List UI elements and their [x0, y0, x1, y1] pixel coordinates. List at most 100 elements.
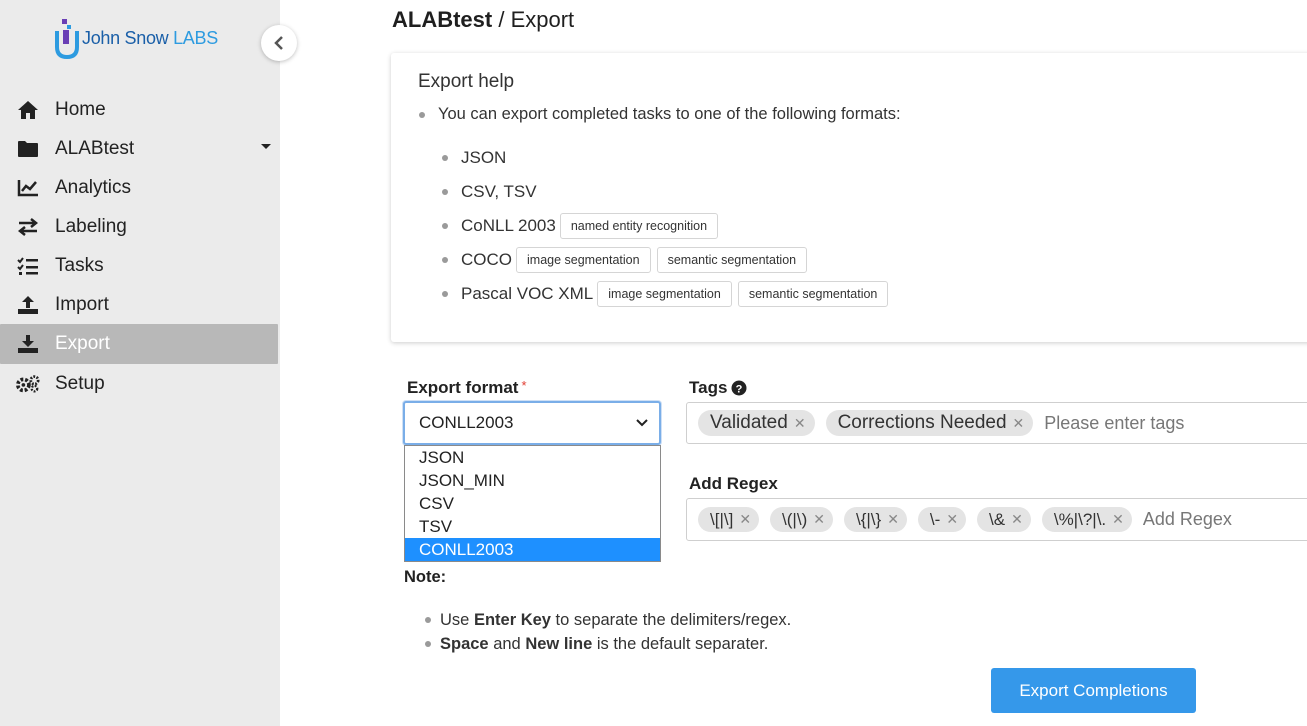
- gears-icon: [16, 373, 40, 395]
- format-tag: named entity recognition: [559, 213, 719, 239]
- export-format-value: CONLL2003: [419, 413, 514, 432]
- format-item: COCO image segmentation semantic segment…: [442, 243, 888, 277]
- format-list: JSON CSV, TSV CoNLL 2003 named entity re…: [442, 141, 889, 311]
- bullet-icon: [442, 257, 448, 263]
- dropdown-option[interactable]: CSV: [405, 492, 660, 515]
- sidebar-item-tasks[interactable]: Tasks: [0, 246, 280, 285]
- remove-regex-icon[interactable]: ✕: [813, 511, 825, 528]
- remove-tag-icon[interactable]: ✕: [1013, 415, 1025, 432]
- collapse-sidebar-button[interactable]: [261, 25, 297, 61]
- analytics-icon: [16, 177, 40, 199]
- page-title: ALABtest / Export: [392, 7, 574, 33]
- remove-regex-icon[interactable]: ✕: [887, 511, 899, 528]
- breadcrumb-project[interactable]: ALABtest: [392, 7, 492, 32]
- sidebar: John Snow LABS Home ALABtest Analytics L…: [0, 0, 280, 726]
- dropdown-option-selected[interactable]: CONLL2003: [405, 538, 660, 561]
- sidebar-item-label: Export: [55, 333, 110, 354]
- regex-input[interactable]: \[|\] ✕ \(|\) ✕ \{|\} ✕ \- ✕ \& ✕ \%|\?|\. ✕ A…: [686, 498, 1307, 541]
- bullet-icon: [419, 111, 425, 118]
- sidebar-item-label: ALABtest: [55, 137, 135, 159]
- remove-regex-icon[interactable]: ✕: [739, 511, 751, 528]
- remove-regex-icon[interactable]: ✕: [946, 511, 958, 528]
- format-name: COCO: [461, 250, 512, 269]
- sidebar-item-setup[interactable]: Setup: [0, 364, 280, 403]
- required-marker: *: [521, 378, 527, 393]
- regex-pill: \- ✕: [917, 507, 967, 532]
- sidebar-item-labeling[interactable]: Labeling: [0, 207, 280, 246]
- format-item: Pascal VOC XML image segmentation semant…: [442, 277, 889, 311]
- caret-down-icon[interactable]: [261, 144, 271, 149]
- chevron-left-icon: [274, 36, 283, 50]
- john-snow-labs-logo[interactable]: John Snow LABS: [54, 17, 218, 60]
- logo-mark-icon: [54, 17, 80, 60]
- bullet-icon: [425, 641, 431, 647]
- dropdown-option[interactable]: JSON: [405, 446, 660, 469]
- format-item: CSV, TSV: [442, 175, 888, 209]
- sidebar-item-label: Tasks: [55, 254, 104, 276]
- sidebar-item-home[interactable]: Home: [0, 90, 280, 129]
- regex-pill: \[|\] ✕: [698, 507, 760, 532]
- dropdown-option[interactable]: TSV: [405, 515, 660, 538]
- home-icon: [16, 99, 40, 121]
- sidebar-item-analytics[interactable]: Analytics: [0, 168, 280, 207]
- swap-icon: [16, 216, 40, 238]
- help-intro-text: You can export completed tasks to one of…: [438, 105, 901, 123]
- format-item: JSON: [442, 141, 888, 175]
- format-name: CoNLL 2003: [461, 216, 556, 235]
- breadcrumb-page: Export: [510, 7, 575, 32]
- regex-placeholder: Add Regex: [1142, 509, 1232, 529]
- tag-pill: Corrections Needed ✕: [825, 410, 1034, 436]
- regex-pill: \{|\} ✕: [843, 507, 907, 532]
- sidebar-item-label: Setup: [55, 372, 105, 394]
- remove-regex-icon[interactable]: ✕: [1112, 511, 1124, 528]
- format-item: CoNLL 2003 named entity recognition: [442, 209, 888, 243]
- chevron-down-icon: [636, 419, 648, 427]
- bullet-icon: [425, 617, 431, 623]
- download-icon: [16, 333, 40, 355]
- dropdown-option[interactable]: JSON_MIN: [405, 469, 660, 492]
- sidebar-item-label: Analytics: [55, 176, 132, 198]
- format-tag: image segmentation: [516, 247, 651, 273]
- folder-icon: [16, 138, 40, 160]
- tags-placeholder: Please enter tags: [1044, 412, 1185, 433]
- svg-text:?: ?: [736, 384, 743, 396]
- note-list: Use Enter Key to separate the delimiters…: [425, 608, 791, 656]
- sidebar-item-label: Import: [55, 293, 109, 315]
- export-format-select[interactable]: CONLL2003: [403, 401, 661, 445]
- export-completions-button[interactable]: Export Completions: [991, 668, 1196, 713]
- sidebar-item-label: Home: [55, 98, 106, 120]
- regex-pill: \& ✕: [977, 507, 1031, 532]
- sidebar-item-export[interactable]: Export: [0, 324, 278, 364]
- regex-pill: \%|\?|\. ✕: [1041, 507, 1132, 532]
- sidebar-nav: Home ALABtest Analytics Labeling Tasks I…: [0, 90, 280, 403]
- regex-label: Add Regex: [689, 474, 778, 493]
- export-help-card: Export help You can export completed tas…: [391, 53, 1307, 342]
- note-title: Note:: [404, 568, 447, 586]
- remove-regex-icon[interactable]: ✕: [1011, 511, 1023, 528]
- logo-text: John Snow LABS: [82, 27, 218, 48]
- help-intro: You can export completed tasks to one of…: [419, 105, 901, 124]
- note-item: Space and New line is the default separa…: [425, 632, 791, 656]
- upload-icon: [16, 294, 40, 316]
- help-title: Export help: [418, 71, 515, 92]
- breadcrumb-separator: /: [492, 7, 511, 32]
- tag-pill: Validated ✕: [698, 410, 815, 436]
- help-circle-icon[interactable]: ?: [731, 380, 747, 396]
- sidebar-item-import[interactable]: Import: [0, 285, 280, 324]
- sidebar-item-alabtest[interactable]: ALABtest: [0, 129, 280, 168]
- sidebar-item-label: Labeling: [55, 215, 127, 237]
- format-name: Pascal VOC XML: [461, 284, 594, 303]
- bullet-icon: [442, 155, 448, 161]
- format-name: CSV, TSV: [461, 182, 537, 201]
- bullet-icon: [442, 223, 448, 229]
- bullet-icon: [442, 189, 448, 195]
- format-name: JSON: [461, 148, 507, 167]
- main-content: ALABtest / Export Export help You can ex…: [280, 0, 1307, 726]
- format-tag: semantic segmentation: [737, 281, 889, 307]
- export-format-label: Export format *: [407, 378, 527, 397]
- tags-label: Tags ?: [689, 378, 747, 398]
- tasks-icon: [16, 255, 40, 277]
- remove-tag-icon[interactable]: ✕: [794, 415, 806, 432]
- format-tag: image segmentation: [597, 281, 732, 307]
- tags-input[interactable]: Validated ✕ Corrections Needed ✕ Please en…: [686, 402, 1307, 444]
